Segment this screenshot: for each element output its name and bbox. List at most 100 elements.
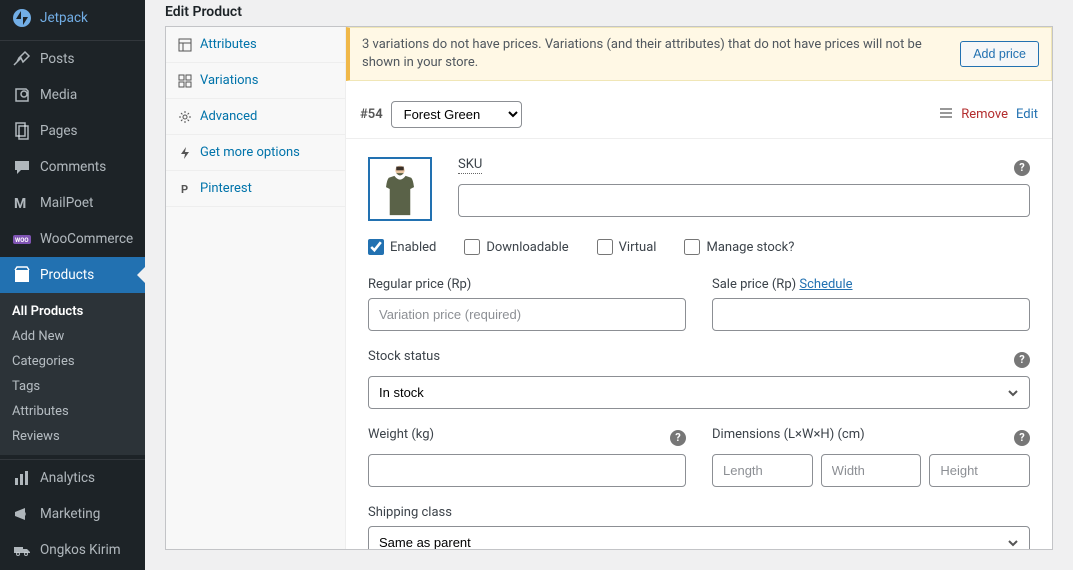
downloadable-checkbox[interactable]: Downloadable [464, 239, 568, 255]
help-icon[interactable]: ? [1014, 352, 1030, 368]
tab-get-more-options[interactable]: Get more options [166, 135, 345, 171]
notice-text: 3 variations do not have prices. Variati… [362, 36, 948, 72]
sku-label: SKU [458, 157, 482, 172]
sidebar-item-label: Jetpack [40, 10, 88, 26]
pinterest-icon: P [178, 182, 192, 196]
sidebar-item-jetpack[interactable]: Jetpack [0, 0, 145, 36]
remove-variation-link[interactable]: Remove [961, 107, 1008, 122]
media-icon [12, 85, 32, 105]
sidebar-item-label: Analytics [40, 470, 95, 486]
pin-icon [12, 49, 32, 69]
schedule-link[interactable]: Schedule [799, 277, 852, 292]
pages-icon [12, 121, 32, 141]
jetpack-icon [12, 8, 32, 28]
sidebar-item-label: Posts [40, 51, 74, 67]
weight-label: Weight (kg) [368, 427, 434, 442]
tab-advanced[interactable]: Advanced [166, 99, 345, 135]
sidebar-item-label: Comments [40, 159, 106, 175]
add-price-button[interactable]: Add price [960, 41, 1039, 67]
sidebar-item-woocommerce[interactable]: WOO WooCommerce [0, 221, 145, 257]
help-icon[interactable]: ? [670, 430, 686, 446]
help-icon[interactable]: ? [1014, 430, 1030, 446]
submenu-item-add-new[interactable]: Add New [0, 324, 145, 349]
product-data-panel: Attributes Variations Advanced Get more opt… [165, 26, 1053, 550]
price-warning-notice: 3 variations do not have prices. Variati… [346, 27, 1052, 81]
tab-attributes[interactable]: Attributes [166, 27, 345, 63]
admin-sidebar: Jetpack Posts Media Pages Comments M MailPoet W… [0, 0, 145, 570]
sidebar-item-media[interactable]: Media [0, 77, 145, 113]
grid-icon [178, 74, 192, 88]
variation-image-thumb[interactable] [368, 157, 432, 221]
sidebar-item-pages[interactable]: Pages [0, 113, 145, 149]
shipping-class-label: Shipping class [368, 505, 1030, 520]
page-title: Edit Product [165, 4, 1053, 20]
help-icon[interactable]: ? [1014, 160, 1030, 176]
submenu-item-categories[interactable]: Categories [0, 349, 145, 374]
sidebar-item-comments[interactable]: Comments [0, 149, 145, 185]
sidebar-item-posts[interactable]: Posts [0, 41, 145, 77]
bolt-icon [178, 146, 192, 160]
products-icon [12, 265, 32, 285]
sidebar-item-mailpoet[interactable]: M MailPoet [0, 185, 145, 221]
enabled-checkbox[interactable]: Enabled [368, 239, 436, 255]
variation-header[interactable]: #54 Forest Green Remove Edit [346, 91, 1052, 139]
tab-label: Attributes [200, 37, 257, 52]
submenu-item-tags[interactable]: Tags [0, 374, 145, 399]
shipping-class-select[interactable]: Same as parent [368, 526, 1030, 549]
page-title-bar: Edit Product [145, 0, 1073, 26]
tab-label: Get more options [200, 145, 300, 160]
sku-input[interactable] [458, 184, 1030, 217]
sidebar-item-label: Media [40, 87, 77, 103]
sidebar-submenu: All ProductsAdd NewCategoriesTagsAttribu… [0, 293, 145, 455]
submenu-item-attributes[interactable]: Attributes [0, 399, 145, 424]
variations-panel: 3 variations do not have prices. Variati… [346, 27, 1052, 549]
stock-status-label: Stock status [368, 349, 440, 364]
sale-price-label: Sale price (Rp) Schedule [712, 277, 1030, 292]
comment-icon [12, 157, 32, 177]
tab-pinterest[interactable]: P Pinterest [166, 171, 345, 207]
variation-attribute-select[interactable]: Forest Green [391, 101, 522, 128]
regular-price-label: Regular price (Rp) [368, 277, 686, 292]
gear-icon [178, 110, 192, 124]
submenu-item-reviews[interactable]: Reviews [0, 424, 145, 449]
drag-handle-icon[interactable] [939, 106, 953, 124]
manage-stock-checkbox[interactable]: Manage stock? [684, 239, 794, 255]
height-input[interactable] [929, 454, 1030, 487]
edit-variation-link[interactable]: Edit [1016, 107, 1038, 122]
virtual-checkbox[interactable]: Virtual [597, 239, 657, 255]
sidebar-item-analytics[interactable]: Analytics [0, 460, 145, 496]
woo-icon: WOO [12, 229, 32, 249]
tab-variations[interactable]: Variations [166, 63, 345, 99]
tab-label: Advanced [200, 109, 257, 124]
stock-status-select[interactable]: In stock [368, 376, 1030, 409]
weight-input[interactable] [368, 454, 686, 487]
sale-price-input[interactable] [712, 298, 1030, 331]
regular-price-input[interactable] [368, 298, 686, 331]
mailpoet-icon: M [12, 193, 32, 213]
layout-icon [178, 38, 192, 52]
sidebar-item-marketing[interactable]: Marketing [0, 496, 145, 532]
sidebar-item-label: Pages [40, 123, 78, 139]
svg-text:P: P [181, 183, 188, 196]
marketing-icon [12, 504, 32, 524]
truck-icon [12, 540, 32, 560]
sidebar-item-products[interactable]: Products [0, 257, 145, 293]
sidebar-item-label: MailPoet [40, 195, 93, 211]
sidebar-item-ongkos-kirim[interactable]: Ongkos Kirim [0, 532, 145, 568]
variation-options-row: Enabled Downloadable Virtual Manage stoc… [368, 239, 1030, 255]
sidebar-item-label: WooCommerce [40, 231, 133, 247]
submenu-item-all-products[interactable]: All Products [0, 299, 145, 324]
main-content: Edit Product Attributes Variations Advance… [145, 0, 1073, 570]
sidebar-item-label: Ongkos Kirim [40, 542, 121, 558]
svg-text:M: M [14, 196, 26, 212]
analytics-icon [12, 468, 32, 488]
sidebar-item-label: Products [40, 267, 94, 283]
length-input[interactable] [712, 454, 813, 487]
tab-label: Variations [200, 73, 258, 88]
variation-body: SKU ? Enabled Downloadable Virtual Manag… [346, 139, 1052, 549]
dimensions-label: Dimensions (L×W×H) (cm) [712, 427, 865, 442]
variation-number: #54 [360, 107, 383, 122]
product-data-tabs: Attributes Variations Advanced Get more opt… [166, 27, 346, 549]
width-input[interactable] [821, 454, 922, 487]
tab-label: Pinterest [200, 181, 252, 196]
